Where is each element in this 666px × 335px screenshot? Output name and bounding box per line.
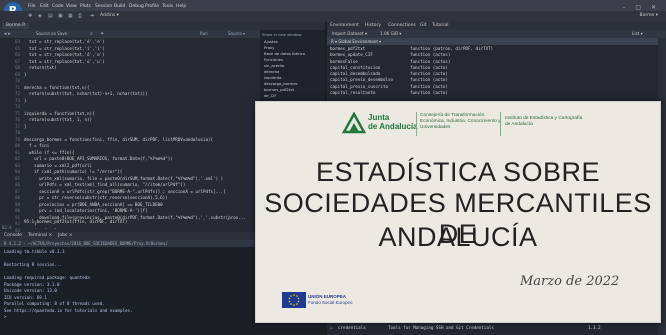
package-row[interactable]: ☐ credentials Tools for Managing SSH and G… [330,325,660,331]
memory-usage[interactable]: 1.06 GiB ▾ [380,31,401,36]
environment-list[interactable]: bormes_pdf2txt function (patron, dirPDF, … [330,46,650,96]
report-date: Marzo de 2022 [520,274,620,289]
menu-debug[interactable]: Debug [129,4,144,9]
menu-session[interactable]: Session [95,4,112,9]
search-icon[interactable]: ⌕ [90,31,93,37]
tab-environment[interactable]: Environment [330,23,359,28]
report-title-line-3: ANDALUCÍA [378,222,538,252]
package-checkbox[interactable]: ☐ [330,325,338,331]
save-icon[interactable]: ▣ [58,13,63,19]
eu-flag-icon [282,292,306,308]
list-view-toggle[interactable]: List ▾ [632,31,643,36]
addins-menu[interactable]: Addins ▾ [100,13,119,18]
eu-label: UNIÓN EUROPEA Fondo Social Europeo [308,294,353,305]
open-file-icon[interactable]: ▤ [48,13,53,19]
editor-tab-bar [0,22,325,30]
logo-divider [500,112,501,136]
goto-icon[interactable]: ➜ [90,13,94,19]
instituto-label: Instituto de Estadística y Cartografía d… [505,116,583,127]
tab-connections[interactable]: Connections [388,23,416,28]
junta-andalucia-logo-icon [341,112,367,134]
new-project-icon[interactable]: ◈ [38,13,42,19]
tab-terminal[interactable]: Terminal × [28,233,52,238]
package-name: credentials [338,324,366,330]
save-all-icon[interactable]: ▦ [68,13,73,19]
run-button[interactable]: Run [200,31,208,36]
package-version: 1.3.2 [588,324,601,330]
menu-code[interactable]: Code [52,4,64,9]
menu-profile[interactable]: Profile [145,4,159,9]
code-content[interactable]: txt = str_replace(txt,'é','e') txt = str… [24,39,260,229]
back-icon[interactable]: ◂ ▸ [4,31,11,37]
variable-name: capital_resultante [330,90,376,96]
print-icon[interactable]: ⎙ [78,13,82,19]
consejeria-label: Consejería de Transformación Económica, … [420,113,501,130]
code-line: f = f + 1 [24,228,260,230]
menu-help[interactable]: Help [176,4,186,9]
outline-header[interactable]: Show in new window [260,30,325,39]
environment-toolbar [327,30,666,38]
wand-icon[interactable]: ✦ [100,31,104,37]
menu-edit[interactable]: Edit [40,4,49,9]
line-numbers: 64 65 66 67 68 69 70 71 72 73 74 75 76 77 78 79 80 81 82 83… [4,39,20,247]
report-title-line-1: ESTADÍSTICA SOBRE [315,157,601,187]
environment-row[interactable]: capital_resultante function (acto) [330,90,650,96]
global-environment-selector[interactable]: R ▾ Global Environment ▾ [327,38,666,45]
window-controls[interactable]: – ▢ ✕ [622,4,660,11]
source-on-save-checkbox[interactable]: Source on Save [36,31,67,36]
logo-divider [416,112,417,136]
tab-tutorial[interactable]: Tutorial [432,23,449,28]
source-button[interactable]: Source ▾ [228,31,245,36]
menu-plots[interactable]: Plots [80,4,91,9]
package-description: Tools for Managing SSH and Git Credentia… [388,324,494,330]
menu-tools[interactable]: Tools [162,4,173,9]
menu-build[interactable]: Build [114,4,125,9]
variable-value: function (acto) [410,90,448,96]
editor-status-pos: 82:4 [2,225,12,230]
code-footer-line: 95:1 bormes_pdf2txt(ffin, dirPDF, dirTXT… [24,219,128,224]
menu-file[interactable]: File [28,4,36,9]
tab-jobs[interactable]: Jobs × [58,233,72,238]
import-dataset-button[interactable]: Import Dataset ▾ [332,31,367,36]
tab-git[interactable]: Git [420,23,427,28]
menu-view[interactable]: View [66,4,77,9]
editor-tab-borme[interactable]: Borme.R [2,23,30,29]
project-menu[interactable]: Borme ▾ [640,13,658,18]
tab-history[interactable]: History [365,23,381,28]
junta-logo-text: Junta de Andalucía [368,113,418,131]
tab-console[interactable]: Console [4,233,22,238]
new-file-icon[interactable]: ✚ [28,13,32,19]
